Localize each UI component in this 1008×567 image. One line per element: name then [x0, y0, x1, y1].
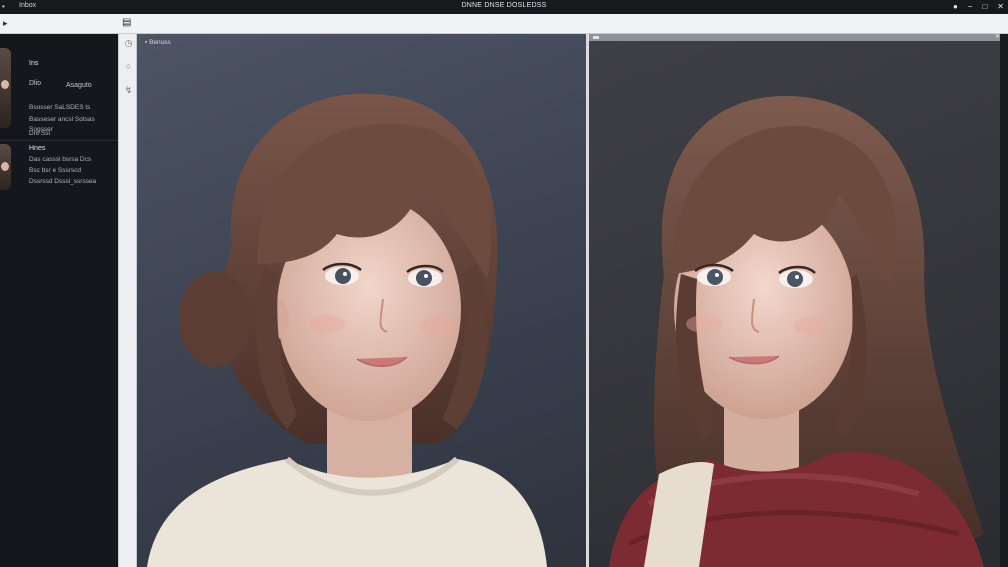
image-panel-left[interactable]: ▪ Benuss: [137, 34, 586, 567]
layout-icon[interactable]: ▤: [122, 17, 131, 28]
sidebar-item-line: Basseser ancsl Sotsas: [29, 116, 95, 123]
panel-indicator: [593, 36, 599, 39]
clock-icon[interactable]: ◷: [123, 38, 134, 49]
toolbar: ▸ ▤: [0, 14, 1008, 34]
avatar: [0, 48, 11, 128]
sidebar-item-title: Ins: [29, 60, 39, 67]
pin-icon[interactable]: ↯: [123, 85, 134, 96]
maximize-icon[interactable]: □: [982, 2, 987, 11]
sidebar: Ins Dlio Asaguto Bsosser SaLSDES ts Bass…: [0, 34, 118, 567]
sidebar-item-name: Asaguto: [66, 82, 92, 89]
record-icon[interactable]: ●: [953, 2, 958, 11]
sidebar-item-tag: Dlio: [29, 80, 42, 87]
image-panel-right[interactable]: ✕: [589, 34, 1008, 567]
sidebar-item-title: Hnes: [29, 145, 46, 152]
divider: [0, 140, 118, 141]
play-icon[interactable]: ▸: [3, 18, 8, 29]
panel-label: ▪ Benuss: [145, 39, 171, 46]
sidebar-item-line: Bsosser SaLSDES ts: [29, 104, 91, 111]
circle-icon[interactable]: ○: [123, 61, 134, 72]
sidebar-item-line: Bsc bsr e Sssrscd: [29, 167, 82, 174]
sidebar-item-line: Dnt Ssl: [29, 130, 50, 137]
sidebar-item-line: Dssrssd Dsssl_ssrssea: [29, 178, 97, 185]
avatar: [0, 144, 11, 190]
window-title: DNNE DNSE DOSLEDSS: [461, 2, 547, 9]
minimize-icon[interactable]: −: [968, 2, 973, 11]
panel-header-bar: ✕: [589, 34, 1008, 41]
panel-edge: [1000, 34, 1008, 567]
tool-rail: ◷ ○ ↯: [118, 34, 137, 567]
title-bar: • Inbox DNNE DNSE DOSLEDSS ● − □ ✕: [0, 0, 1008, 14]
portrait-image-left: [147, 93, 547, 567]
list-item[interactable]: Hnes Das casssl bsrsa Dcs Bsc bsr e Sssr…: [0, 142, 118, 192]
portrait-image-right: [609, 95, 984, 567]
close-icon[interactable]: ✕: [997, 2, 1004, 11]
list-item[interactable]: Ins Dlio Asaguto Bsosser SaLSDES ts Bass…: [0, 42, 118, 137]
sidebar-item-line: Das casssl bsrsa Dcs: [29, 156, 92, 163]
window-controls: ● − □ ✕: [953, 2, 1004, 11]
